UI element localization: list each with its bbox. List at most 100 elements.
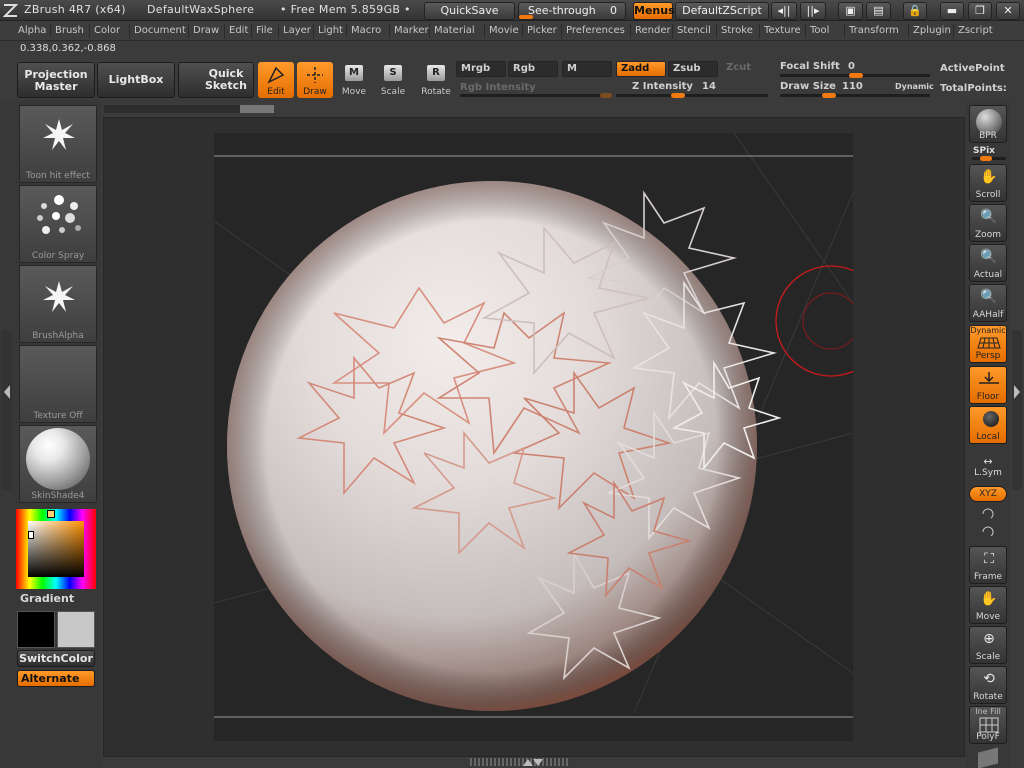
menu-stroke[interactable]: Stroke [721, 25, 753, 36]
rgb-button[interactable]: Rgb [508, 61, 558, 77]
zadd-button[interactable]: Zadd [616, 61, 666, 77]
brush-alpha-thumbnail[interactable]: BrushAlpha [19, 265, 97, 343]
scroll-button[interactable]: ✋ Scroll [969, 164, 1007, 202]
scale-button[interactable]: S Scale [375, 62, 411, 98]
quicksave-button[interactable]: QuickSave [424, 2, 515, 20]
m-button[interactable]: M [562, 61, 612, 77]
viewport-svg[interactable] [214, 133, 853, 741]
arrows-left-icon[interactable]: ◂|| [771, 2, 797, 20]
menu-material[interactable]: Material [434, 25, 475, 36]
lightbox-button[interactable]: LightBox [97, 62, 175, 98]
menu-edit[interactable]: Edit [229, 25, 248, 36]
menu-light[interactable]: Light [318, 25, 343, 36]
quick-sketch-button[interactable]: Quick Sketch [178, 62, 254, 98]
lsym-button[interactable]: ↔ L.Sym [969, 455, 1007, 481]
draw-button[interactable]: Draw [297, 62, 333, 98]
menus-button[interactable]: Menus [633, 2, 675, 20]
menu-brush[interactable]: Brush [55, 25, 84, 36]
dynamic-persp-label: Dynamic [970, 326, 1006, 335]
menu-movie[interactable]: Movie [489, 25, 519, 36]
menu-file[interactable]: File [256, 25, 273, 36]
menu-alpha[interactable]: Alpha [18, 25, 46, 36]
rgb-intensity-slider[interactable] [460, 94, 612, 97]
menu-color[interactable]: Color [94, 25, 120, 36]
z-intensity-slider[interactable] [616, 94, 768, 97]
rotate-view-button[interactable]: ⟲ Rotate [969, 666, 1007, 704]
minimize-icon[interactable]: ▬ [940, 2, 964, 20]
switch-color-button[interactable]: SwitchColor [17, 650, 95, 667]
right-tray-handle[interactable] [1012, 330, 1022, 490]
material-thumbnail[interactable]: SkinShade4 [19, 425, 97, 503]
zsub-button[interactable]: Zsub [668, 61, 718, 77]
menu-document[interactable]: Document [134, 25, 186, 36]
gradient-label[interactable]: Gradient [20, 592, 74, 605]
menu-render[interactable]: Render [635, 25, 671, 36]
zoom-button[interactable]: 🔍 Zoom [969, 204, 1007, 242]
rotate-button[interactable]: R Rotate [418, 62, 454, 98]
menu-marker[interactable]: Marker [394, 25, 429, 36]
menu-zscript[interactable]: Zscript [958, 25, 993, 36]
left-tray-arrow-icon[interactable] [3, 384, 11, 400]
wax-sphere-mesh[interactable] [227, 181, 782, 711]
color-picker[interactable] [16, 509, 96, 589]
alternate-button[interactable]: Alternate [17, 670, 95, 687]
draw-size-slider[interactable] [780, 94, 930, 97]
polyf-button[interactable]: Ine Fill PolyF [969, 706, 1007, 744]
local-button[interactable]: Local [969, 406, 1007, 444]
dynamic-toggle[interactable]: Dynamic [895, 82, 934, 91]
color-picker-square[interactable] [28, 521, 84, 577]
secondary-color-swatch[interactable] [57, 611, 95, 648]
menu-transform[interactable]: Transform [849, 25, 899, 36]
tray-tab-active[interactable] [240, 105, 274, 113]
frame-button[interactable]: ⛶ Frame [969, 546, 1007, 584]
menu-zplugin[interactable]: Zplugin [913, 25, 951, 36]
zcut-label[interactable]: Zcut [726, 62, 751, 73]
color-marker-icon[interactable] [28, 531, 34, 539]
xyz-button[interactable]: XYZ [969, 486, 1007, 502]
perspective-grid-icon [977, 337, 1001, 349]
aahalf-button[interactable]: 🔍 AAHalf [969, 284, 1007, 322]
layout-alt-icon[interactable]: ▤ [866, 2, 891, 20]
actual-button[interactable]: 🔍 Actual [969, 244, 1007, 282]
menu-texture[interactable]: Texture [764, 25, 801, 36]
move-button[interactable]: M Move [336, 62, 372, 98]
close-icon[interactable]: ✕ [996, 2, 1020, 20]
scale-view-button[interactable]: ⊕ Scale [969, 626, 1007, 664]
bottom-tray-arrows-icon[interactable] [522, 757, 544, 767]
persp-button[interactable]: Dynamic Persp [969, 325, 1007, 363]
bottom-tray-handle[interactable] [470, 758, 570, 766]
hue-marker-icon[interactable] [47, 510, 55, 518]
edit-button[interactable]: Edit [258, 62, 294, 98]
menu-preferences[interactable]: Preferences [566, 25, 625, 36]
alpha-spray-thumbnail[interactable]: Color Spray [19, 185, 97, 263]
menu-draw[interactable]: Draw [193, 25, 219, 36]
rotate-axis-icons[interactable] [979, 506, 997, 540]
see-through-slider[interactable]: See-through 0 [518, 2, 626, 20]
projection-master-button[interactable]: Projection Master [17, 62, 95, 98]
floor-button[interactable]: Floor [969, 366, 1007, 404]
lock-icon[interactable]: 🔒 [903, 2, 927, 20]
menu-tool[interactable]: Tool [810, 25, 829, 36]
canvas[interactable] [214, 133, 853, 741]
default-zscript-button[interactable]: DefaultZScript [675, 2, 769, 20]
right-tray-arrow-icon[interactable] [1013, 384, 1021, 400]
edit-label: Edit [267, 87, 285, 97]
scale-view-label: Scale [975, 652, 1001, 662]
move-view-button[interactable]: ✋ Move [969, 586, 1007, 624]
menu-separator [484, 24, 485, 38]
left-tray-handle[interactable] [2, 330, 12, 490]
stroke-thumbnail[interactable]: Toon hit effect [19, 105, 97, 183]
menu-picker[interactable]: Picker [527, 25, 557, 36]
stroke-caption: Toon hit effect [26, 171, 90, 181]
menu-layer[interactable]: Layer [283, 25, 311, 36]
menu-stencil[interactable]: Stencil [677, 25, 711, 36]
menu-macro[interactable]: Macro [351, 25, 381, 36]
restore-icon[interactable]: ❐ [968, 2, 992, 20]
bpr-button[interactable]: BPR [969, 105, 1007, 143]
arrows-right-icon[interactable]: ||▸ [800, 2, 826, 20]
rotate-view-icon: ⟲ [983, 671, 995, 687]
primary-color-swatch[interactable] [17, 611, 55, 648]
mrgb-button[interactable]: Mrgb [456, 61, 506, 77]
layout-icon[interactable]: ▣ [838, 2, 863, 20]
texture-thumbnail[interactable]: Texture Off [19, 345, 97, 423]
